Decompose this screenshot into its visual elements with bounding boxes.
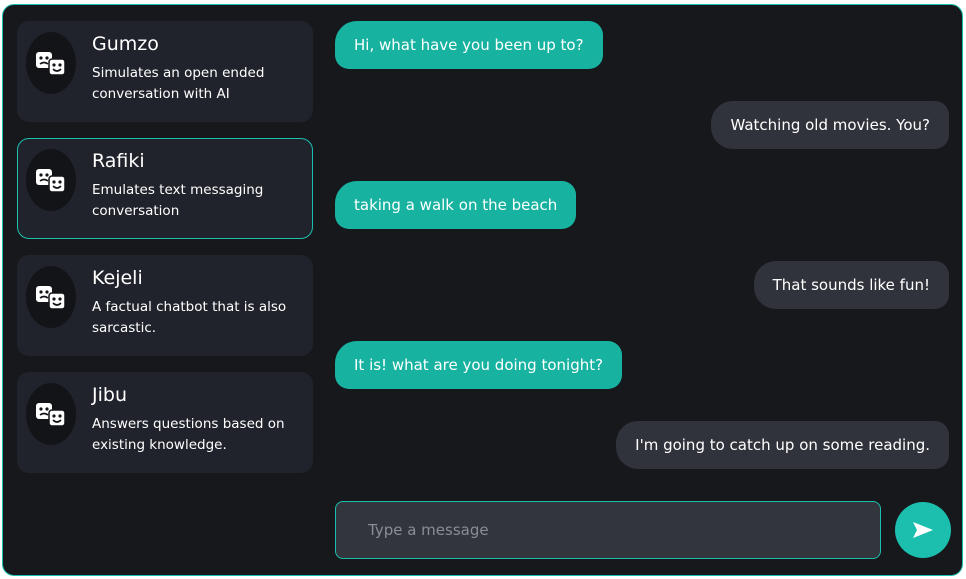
message-composer [335,501,881,559]
theater-masks-icon [26,266,76,328]
send-button[interactable] [895,502,951,558]
bot-name: Jibu [92,384,127,406]
theater-masks-icon [26,383,76,445]
bot-card-gumzo[interactable]: Gumzo Simulates an open ended conversati… [17,21,313,122]
bot-message: Hi, what have you been up to? [335,21,603,69]
bot-description: A factual chatbot that is also sarcastic… [92,299,287,336]
send-icon [913,522,933,538]
message-input[interactable] [336,502,880,558]
chat-panel: Hi, what have you been up to? Watching o… [333,5,962,575]
bot-card-kejeli[interactable]: Kejeli A factual chatbot that is also sa… [17,255,313,356]
user-message: Watching old movies. You? [711,101,949,149]
user-message: That sounds like fun! [753,261,949,309]
bot-name: Rafiki [92,150,145,172]
theater-masks-icon [26,32,76,94]
bot-message: taking a walk on the beach [335,181,577,229]
app-window: Gumzo Simulates an open ended conversati… [2,4,963,576]
bot-card-rafiki[interactable]: Rafiki Emulates text messaging conversat… [17,138,313,239]
bot-name: Gumzo [92,33,159,55]
theater-masks-icon [26,149,76,211]
bot-description: Simulates an open ended conversation wit… [92,65,265,102]
bot-list: Gumzo Simulates an open ended conversati… [17,21,313,489]
bot-message: It is! what are you doing tonight? [335,341,623,389]
bot-name: Kejeli [92,267,143,289]
bot-card-jibu[interactable]: Jibu Answers questions based on existing… [17,372,313,473]
bot-description: Answers questions based on existing know… [92,416,285,453]
bot-description: Emulates text messaging conversation [92,182,264,219]
user-message: I'm going to catch up on some reading. [616,421,949,469]
